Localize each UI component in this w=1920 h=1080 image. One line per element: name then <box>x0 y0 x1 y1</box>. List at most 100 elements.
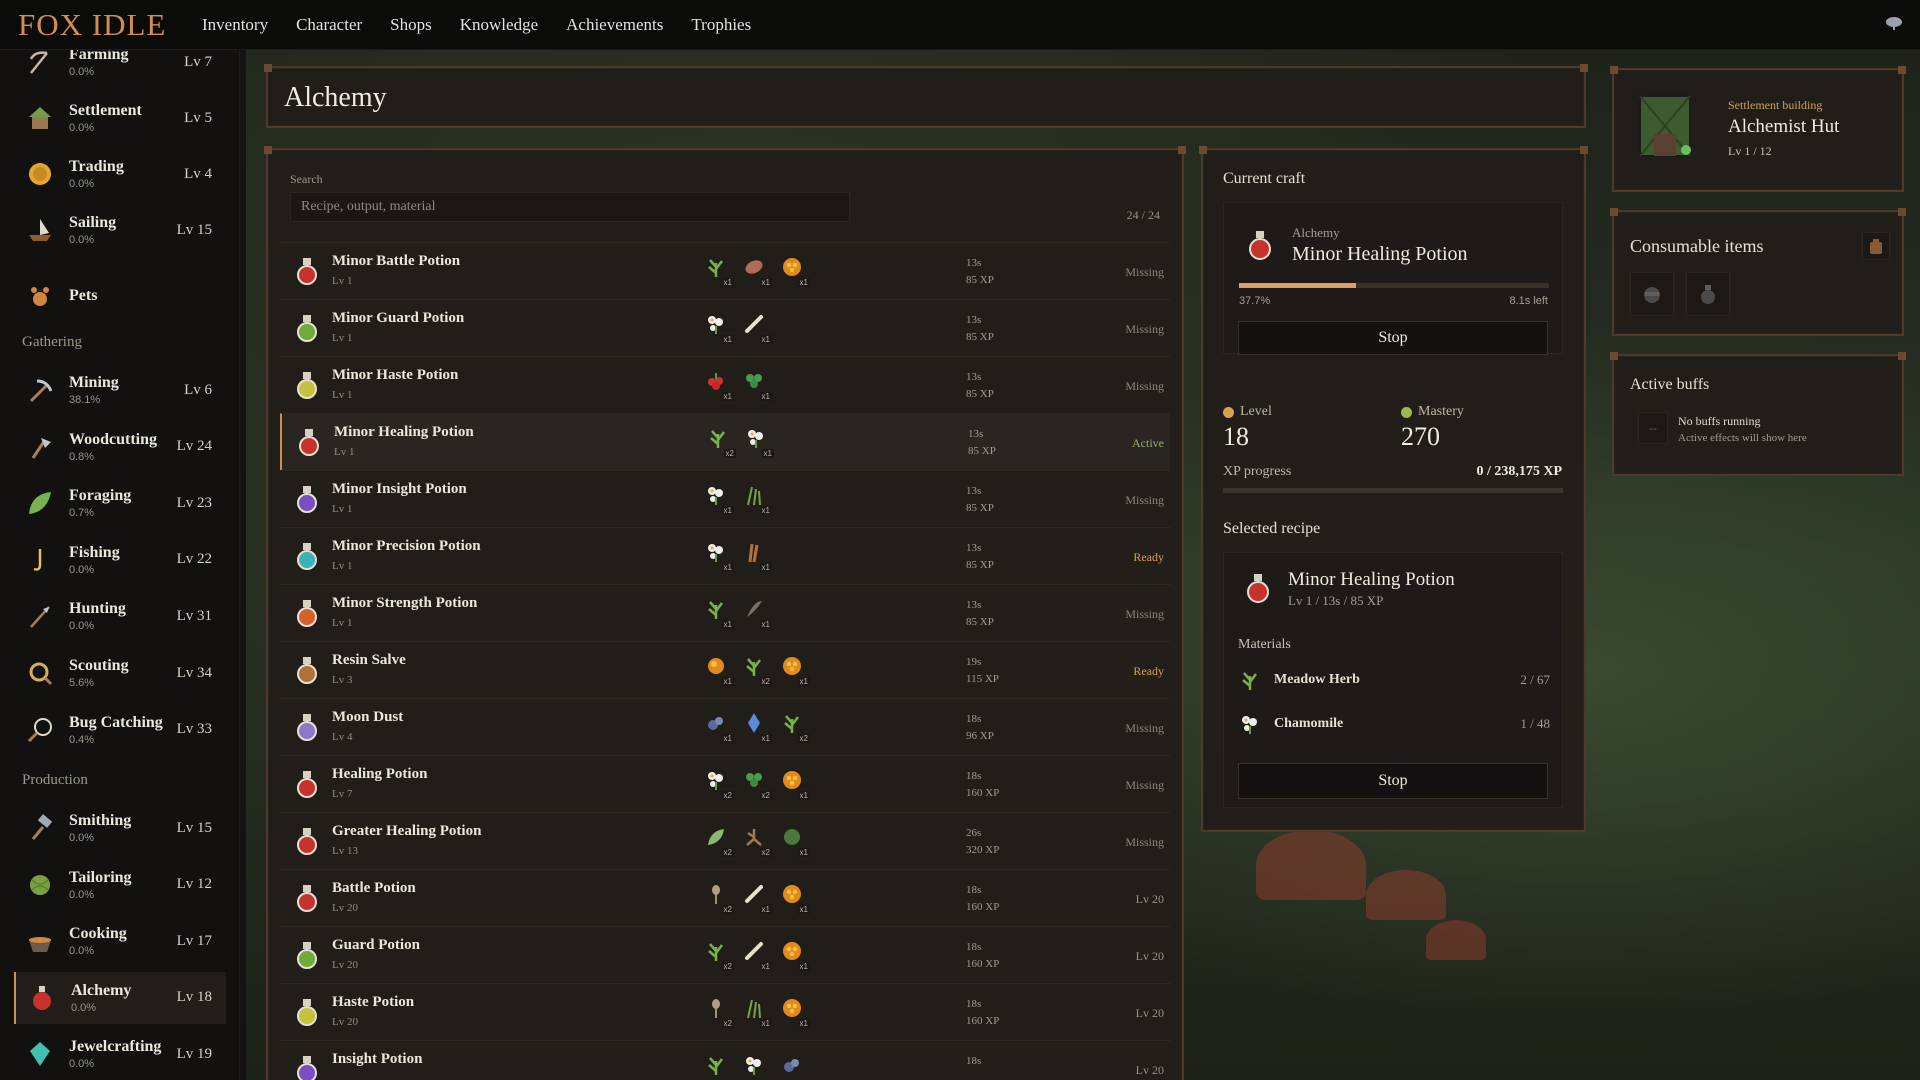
stop-craft-button[interactable]: Stop <box>1238 321 1548 355</box>
net-icon <box>25 715 55 745</box>
recipe-row[interactable]: Healing Potion Lv 7 x2 x2 x1 18s 160 XP Missing <box>280 755 1170 812</box>
consumable-slot-food[interactable] <box>1630 272 1674 316</box>
recipe-row[interactable]: Minor Battle Potion Lv 1 x1 x1 x1 13s 85 XP Mis… <box>280 242 1170 299</box>
recipe-xp: 160 XP <box>966 1015 1000 1027</box>
nav-achievements[interactable]: Achievements <box>566 15 663 35</box>
recipe-time: 18s <box>966 884 982 896</box>
nav-character[interactable]: Character <box>296 15 362 35</box>
sidebar-item-mining[interactable]: Mining 38.1% Lv 6 <box>14 364 226 416</box>
sidebar-item-smithing[interactable]: Smithing 0.0% Lv 15 <box>14 802 226 854</box>
recipe-xp: 85 XP <box>968 445 996 457</box>
sidebar-item-alchemy[interactable]: Alchemy 0.0% Lv 18 <box>14 971 226 1024</box>
material-quantity: x1 <box>759 620 772 629</box>
consumable-slot-potion[interactable] <box>1686 272 1730 316</box>
sidebar-item-fishing[interactable]: Fishing 0.0% Lv 22 <box>14 534 226 586</box>
sidebar-item-sailing[interactable]: Sailing 0.0% Lv 15 <box>14 204 226 256</box>
herb-icon: x1 <box>704 597 734 629</box>
potion-icon <box>296 428 322 456</box>
buffs-empty-title: No buffs running <box>1678 414 1761 428</box>
cloud-sync-icon[interactable] <box>1884 15 1904 31</box>
potion-icon <box>294 998 320 1026</box>
backpack-button[interactable] <box>1862 232 1890 260</box>
building-level: Lv 1 / 12 <box>1728 144 1772 158</box>
sidebar-item-trading[interactable]: Trading 0.0% Lv 4 <box>14 148 226 200</box>
search-input[interactable] <box>290 192 850 222</box>
recipe-time: 13s <box>968 428 984 440</box>
material-quantity: x1 <box>721 278 734 287</box>
skill-progress: 0.0% <box>69 563 95 576</box>
sidebar-item-settlement[interactable]: Settlement 0.0% Lv 5 <box>14 92 226 144</box>
skill-level: Lv 19 <box>176 1045 212 1062</box>
recipe-level: Lv 13 <box>332 845 358 857</box>
recipe-row[interactable]: Haste Potion Lv 20 x2 x1 x1 18s 160 XP Lv 20 <box>280 983 1170 1040</box>
sidebar-item-cooking[interactable]: Cooking 0.0% Lv 17 <box>14 915 226 967</box>
app-logo[interactable]: FOX IDLE <box>18 7 186 43</box>
potion-icon <box>294 1055 320 1080</box>
recipe-row[interactable]: Battle Potion Lv 20 x2 x1 x1 18s 160 XP Lv 20 <box>280 869 1170 926</box>
sidebar-item-pets[interactable]: Pets <box>14 270 226 322</box>
sidebar-item-tailoring[interactable]: Tailoring 0.0% Lv 12 <box>14 859 226 911</box>
craft-progress-percent: 37.7% <box>1239 295 1271 307</box>
flower-icon <box>1242 716 1257 734</box>
recipe-level: Lv 1 <box>332 560 353 572</box>
consumables-panel: Consumable items <box>1610 208 1906 336</box>
sidebar-item-farming[interactable]: Farming 0.0% Lv 7 <box>14 50 226 88</box>
nav-knowledge[interactable]: Knowledge <box>460 15 538 35</box>
recipe-level: Lv 1 <box>332 503 353 515</box>
material-row: Meadow Herb 2 / 67 <box>1238 663 1550 697</box>
sidebar-item-hunting[interactable]: Hunting 0.0% Lv 31 <box>14 590 226 642</box>
recipe-row[interactable]: Minor Healing Potion Lv 1 x2 x1 13s 85 XP Acti… <box>280 413 1170 470</box>
recipe-name: Guard Potion <box>332 937 420 953</box>
stop-recipe-button[interactable]: Stop <box>1238 763 1548 799</box>
potion-icon <box>294 371 320 399</box>
leaf-icon <box>25 488 55 518</box>
recipe-row[interactable]: Minor Insight Potion Lv 1 x1 x1 13s 85 XP Miss… <box>280 470 1170 527</box>
skill-progress: 0.0% <box>69 888 95 901</box>
nav-shops[interactable]: Shops <box>390 15 432 35</box>
herb-icon <box>1242 672 1257 690</box>
skill-progress: 0.0% <box>69 178 95 190</box>
sidebar-item-scouting[interactable]: Scouting 5.6% Lv 34 <box>14 647 226 699</box>
recipe-row[interactable]: Minor Haste Potion Lv 1 x1 x1 13s 85 XP Missin… <box>280 356 1170 413</box>
material-quantity: x1 <box>759 563 772 572</box>
sidebar-item-foraging[interactable]: Foraging 0.7% Lv 23 <box>14 477 226 529</box>
recipe-materials: x2 x2 x1 <box>704 768 810 800</box>
twig-icon: x1 <box>742 540 772 572</box>
building-label: Settlement building <box>1728 98 1823 112</box>
meat-icon: x1 <box>742 255 772 287</box>
sidebar-item-bug-catching[interactable]: Bug Catching 0.4% Lv 33 <box>14 704 226 756</box>
recipe-status: Missing <box>1125 493 1164 507</box>
recipe-row[interactable]: Greater Healing Potion Lv 13 x2 x2 x1 26s 320 … <box>280 812 1170 869</box>
scythe-icon <box>25 50 55 77</box>
potion-icon <box>294 941 320 969</box>
skill-name: Tailoring <box>69 868 132 886</box>
recipe-row[interactable]: Minor Strength Potion Lv 1 x1 x1 13s 85 XP Mis… <box>280 584 1170 641</box>
recipe-row[interactable]: Minor Precision Potion Lv 1 x1 x1 13s 85 XP Re… <box>280 527 1170 584</box>
nav-inventory[interactable]: Inventory <box>202 15 268 35</box>
honeycomb-icon: x1 <box>780 255 810 287</box>
sidebar-item-jewelcrafting[interactable]: Jewelcrafting 0.0% Lv 19 <box>14 1028 226 1080</box>
skill-level: Lv 31 <box>176 607 212 624</box>
sprout-icon: x2 <box>704 996 734 1028</box>
recipe-name: Battle Potion <box>332 880 416 896</box>
material-quantity: x1 <box>759 962 772 971</box>
recipe-row[interactable]: Resin Salve Lv 3 x1 x2 x1 19s 115 XP Ready <box>280 641 1170 698</box>
nav-trophies[interactable]: Trophies <box>691 15 751 35</box>
recipe-xp: 85 XP <box>966 274 994 286</box>
material-quantity: x2 <box>759 791 772 800</box>
recipe-materials: x1 x1 <box>704 483 772 515</box>
sidebar-item-woodcutting[interactable]: Woodcutting 0.8% Lv 24 <box>14 421 226 473</box>
ship-icon <box>25 215 55 245</box>
recipe-row[interactable]: Moon Dust Lv 4 x1 x1 x2 18s 96 XP Missing <box>280 698 1170 755</box>
xp-progress-value: 0 / 238,175 XP <box>1476 464 1562 479</box>
recipe-row[interactable]: Minor Guard Potion Lv 1 x1 x1 13s 85 XP Missin… <box>280 299 1170 356</box>
recipe-materials: x2 x1 x1 <box>704 939 810 971</box>
skill-name: Pets <box>69 287 98 304</box>
recipe-row[interactable]: Insight Potion 18s Lv 20 <box>280 1040 1170 1080</box>
recipe-row[interactable]: Guard Potion Lv 20 x2 x1 x1 18s 160 XP Lv 20 <box>280 926 1170 983</box>
skill-progress: 0.0% <box>69 234 95 246</box>
skill-progress: 38.1% <box>69 394 101 406</box>
skill-level: Lv 18 <box>176 989 212 1006</box>
recipe-level: Lv 1 <box>332 332 353 344</box>
xp-progress-bar <box>1223 488 1563 493</box>
